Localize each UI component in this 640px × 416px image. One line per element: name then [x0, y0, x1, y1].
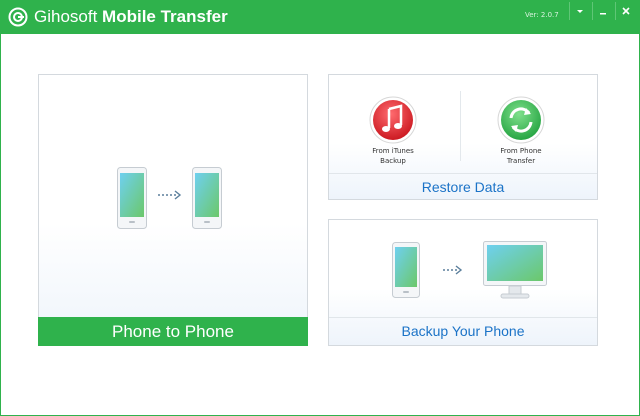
phone-to-phone-panel[interactable]: Phone to Phone — [38, 74, 308, 346]
from-itunes-backup-label: From iTunes Backup — [372, 147, 414, 165]
app-brand: Gihosoft — [34, 7, 98, 26]
close-button[interactable] — [615, 2, 635, 20]
sync-icon — [497, 96, 545, 144]
app-title: Gihosoft Mobile Transfer — [34, 7, 228, 27]
from-phone-transfer-label: From Phone Transfer — [500, 147, 542, 165]
option-divider — [460, 91, 461, 161]
restore-data-button[interactable]: Restore Data — [329, 173, 597, 199]
transfer-arrow-icon — [158, 190, 182, 200]
source-phone-icon — [117, 167, 147, 229]
phone-to-phone-button[interactable]: Phone to Phone — [38, 317, 308, 346]
computer-monitor-icon — [483, 241, 547, 299]
backup-your-phone-button[interactable]: Backup Your Phone — [329, 317, 597, 345]
minimize-button[interactable] — [592, 2, 612, 20]
minimize-icon — [600, 13, 606, 15]
app-product-name: Mobile Transfer — [102, 7, 228, 26]
gihosoft-logo-icon — [8, 7, 28, 27]
phone-icon — [392, 242, 420, 298]
restore-data-panel[interactable]: From iTunes Backup From Phone Transfer R… — [328, 74, 598, 200]
chevron-down-icon — [577, 10, 583, 13]
app-window: Gihosoft Mobile Transfer Ver: 2.0.7 Phon… — [0, 0, 640, 416]
target-phone-icon — [192, 167, 222, 229]
close-icon — [622, 7, 630, 15]
version-label: Ver: 2.0.7 — [525, 11, 559, 19]
backup-arrow-icon — [443, 265, 463, 275]
from-itunes-backup-option[interactable]: From iTunes Backup — [353, 95, 433, 166]
title-bar[interactable]: Gihosoft Mobile Transfer Ver: 2.0.7 — [1, 1, 639, 34]
from-phone-transfer-option[interactable]: From Phone Transfer — [481, 95, 561, 166]
itunes-icon — [369, 96, 417, 144]
backup-your-phone-panel[interactable]: Backup Your Phone — [328, 219, 598, 346]
menu-dropdown-button[interactable] — [569, 2, 589, 20]
